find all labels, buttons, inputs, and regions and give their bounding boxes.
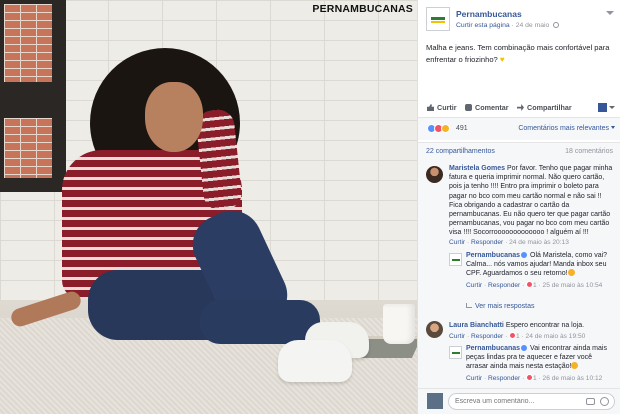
- like-icon: [427, 104, 434, 111]
- more-replies-link[interactable]: Ver mais respostas: [466, 303, 535, 310]
- comment-reply-link[interactable]: Responder: [471, 239, 503, 246]
- separator: ·: [511, 22, 514, 29]
- comment-author[interactable]: Pernambucanas: [466, 252, 520, 259]
- comments-count: 18 comentários: [565, 148, 613, 155]
- comment-meta: Curtir · Responder · 1 · 25 de maio às 1…: [466, 281, 603, 289]
- camera-icon[interactable]: [586, 398, 595, 405]
- comment-like-count[interactable]: 1: [533, 282, 537, 289]
- share-icon: [517, 104, 524, 111]
- verified-icon: [521, 345, 528, 351]
- reactions-bar: 491 Comentários mais relevantes: [418, 118, 620, 140]
- brand-watermark: PERNAMBUCANAS: [312, 3, 413, 15]
- reaction-count[interactable]: 491: [456, 125, 468, 132]
- caption-text: Malha e jeans. Tem combinação mais confo…: [426, 43, 610, 64]
- like-label: Curtir: [437, 103, 457, 112]
- post-header: Pernambucanas Curtir esta página · 24 de…: [426, 6, 616, 34]
- viewer-avatar[interactable]: [427, 393, 443, 409]
- emoji-icon: [571, 362, 579, 370]
- follow-page-link[interactable]: Curtir esta página: [456, 22, 510, 29]
- comment-composer: [418, 388, 620, 414]
- post-photo[interactable]: PERNAMBUCANAS: [0, 0, 417, 414]
- comment-reply-link[interactable]: Responder: [488, 375, 520, 382]
- logo-stripe-green: [431, 17, 445, 20]
- emoji-icon: [567, 269, 575, 277]
- chevron-down-icon[interactable]: [606, 11, 614, 15]
- comment-like-link[interactable]: Curtir: [449, 239, 465, 246]
- share-button[interactable]: Compartilhar: [517, 103, 572, 112]
- comment-like-count[interactable]: 1: [533, 375, 537, 382]
- shares-count[interactable]: 22 compartilhamentos: [426, 148, 495, 155]
- like-button[interactable]: Curtir: [427, 103, 457, 112]
- comment-icon: [465, 104, 472, 111]
- comment-body: Pernambucanas Vai encontrar ainda mais p…: [466, 344, 616, 372]
- comment-author[interactable]: Maristela Gomes: [449, 165, 505, 172]
- comment-meta: Curtir · Responder · 1 · 26 de maio às 1…: [466, 374, 603, 382]
- emoji-picker-icon[interactable]: [600, 397, 609, 406]
- reply-arrow-icon: [466, 303, 472, 308]
- model-face: [145, 82, 203, 152]
- comment-time[interactable]: 24 de maio às 19:50: [526, 333, 586, 340]
- comment-meta: Curtir · Responder · 24 de maio às 20:13: [449, 239, 569, 246]
- window-pane-top: [4, 4, 52, 82]
- comment-text: Por favor. Tenho que pagar minha fatura …: [449, 165, 613, 237]
- comment-body: Pernambucanas Olá Maristela, como vai? C…: [466, 251, 616, 279]
- comment-text: Espero encontrar na loja.: [505, 322, 585, 329]
- page-name[interactable]: Pernambucanas: [456, 9, 522, 19]
- comment-author[interactable]: Pernambucanas: [466, 345, 520, 352]
- post-sidebar: Pernambucanas Curtir esta página · 24 de…: [417, 0, 620, 414]
- post-subline: Curtir esta página · 24 de maio: [456, 22, 560, 29]
- post-as-caret-icon[interactable]: [609, 106, 615, 109]
- comment-like-link[interactable]: Curtir: [449, 333, 465, 340]
- page-avatar[interactable]: [426, 7, 450, 31]
- avatar[interactable]: [449, 346, 462, 359]
- post-caption: Malha e jeans. Tem combinação mais confo…: [426, 42, 614, 65]
- model-jeans-leg: [200, 300, 320, 344]
- comment-button[interactable]: Comentar: [465, 103, 509, 112]
- comment-body: Maristela Gomes Por favor. Tenho que pag…: [449, 164, 615, 238]
- logo-stripe-yellow: [431, 21, 445, 23]
- comment-sort-label: Comentários mais relevantes: [518, 125, 609, 132]
- more-replies-label: Ver mais respostas: [475, 303, 535, 310]
- caret-down-icon: [611, 126, 615, 129]
- comment-meta: Curtir · Responder · 1 · 24 de maio às 1…: [449, 332, 586, 340]
- window-frame: [0, 0, 66, 192]
- avatar[interactable]: [426, 166, 443, 183]
- comment-time[interactable]: 24 de maio às 20:13: [509, 239, 569, 246]
- avatar[interactable]: [449, 253, 462, 266]
- avatar[interactable]: [426, 321, 443, 338]
- comment-body: Laura Bianchatti Espero encontrar na loj…: [449, 321, 615, 330]
- sneaker-right: [278, 340, 352, 382]
- comment-label: Comentar: [475, 103, 509, 112]
- post-as-avatar[interactable]: [598, 103, 607, 112]
- comment-time[interactable]: 25 de maio às 10:54: [543, 282, 603, 289]
- comment-reply-link[interactable]: Responder: [471, 333, 503, 340]
- globe-icon: [553, 22, 560, 28]
- share-label: Compartilhar: [527, 103, 572, 112]
- mug: [383, 304, 415, 344]
- comment-author[interactable]: Laura Bianchatti: [449, 322, 504, 329]
- action-bar: Curtir Comentar Compartilhar: [418, 98, 620, 118]
- comment-reply-link[interactable]: Responder: [488, 282, 520, 289]
- verified-icon: [521, 252, 528, 258]
- comment-like-count[interactable]: 1: [516, 333, 520, 340]
- comment-like-link[interactable]: Curtir: [466, 375, 482, 382]
- yellow-heart-icon: ♥: [499, 54, 505, 64]
- haha-reaction-icon: [441, 124, 450, 133]
- post-stats: 22 compartilhamentos 18 comentários: [418, 142, 620, 160]
- reaction-icons[interactable]: [427, 124, 450, 134]
- comment-time[interactable]: 26 de maio às 10:12: [543, 375, 603, 382]
- window-pane-bottom: [4, 118, 52, 178]
- post-date[interactable]: 24 de maio: [516, 22, 550, 29]
- comment-sort-dropdown[interactable]: Comentários mais relevantes: [518, 125, 615, 132]
- comment-like-link[interactable]: Curtir: [466, 282, 482, 289]
- comments-list: Maristela Gomes Por favor. Tenho que pag…: [418, 160, 620, 388]
